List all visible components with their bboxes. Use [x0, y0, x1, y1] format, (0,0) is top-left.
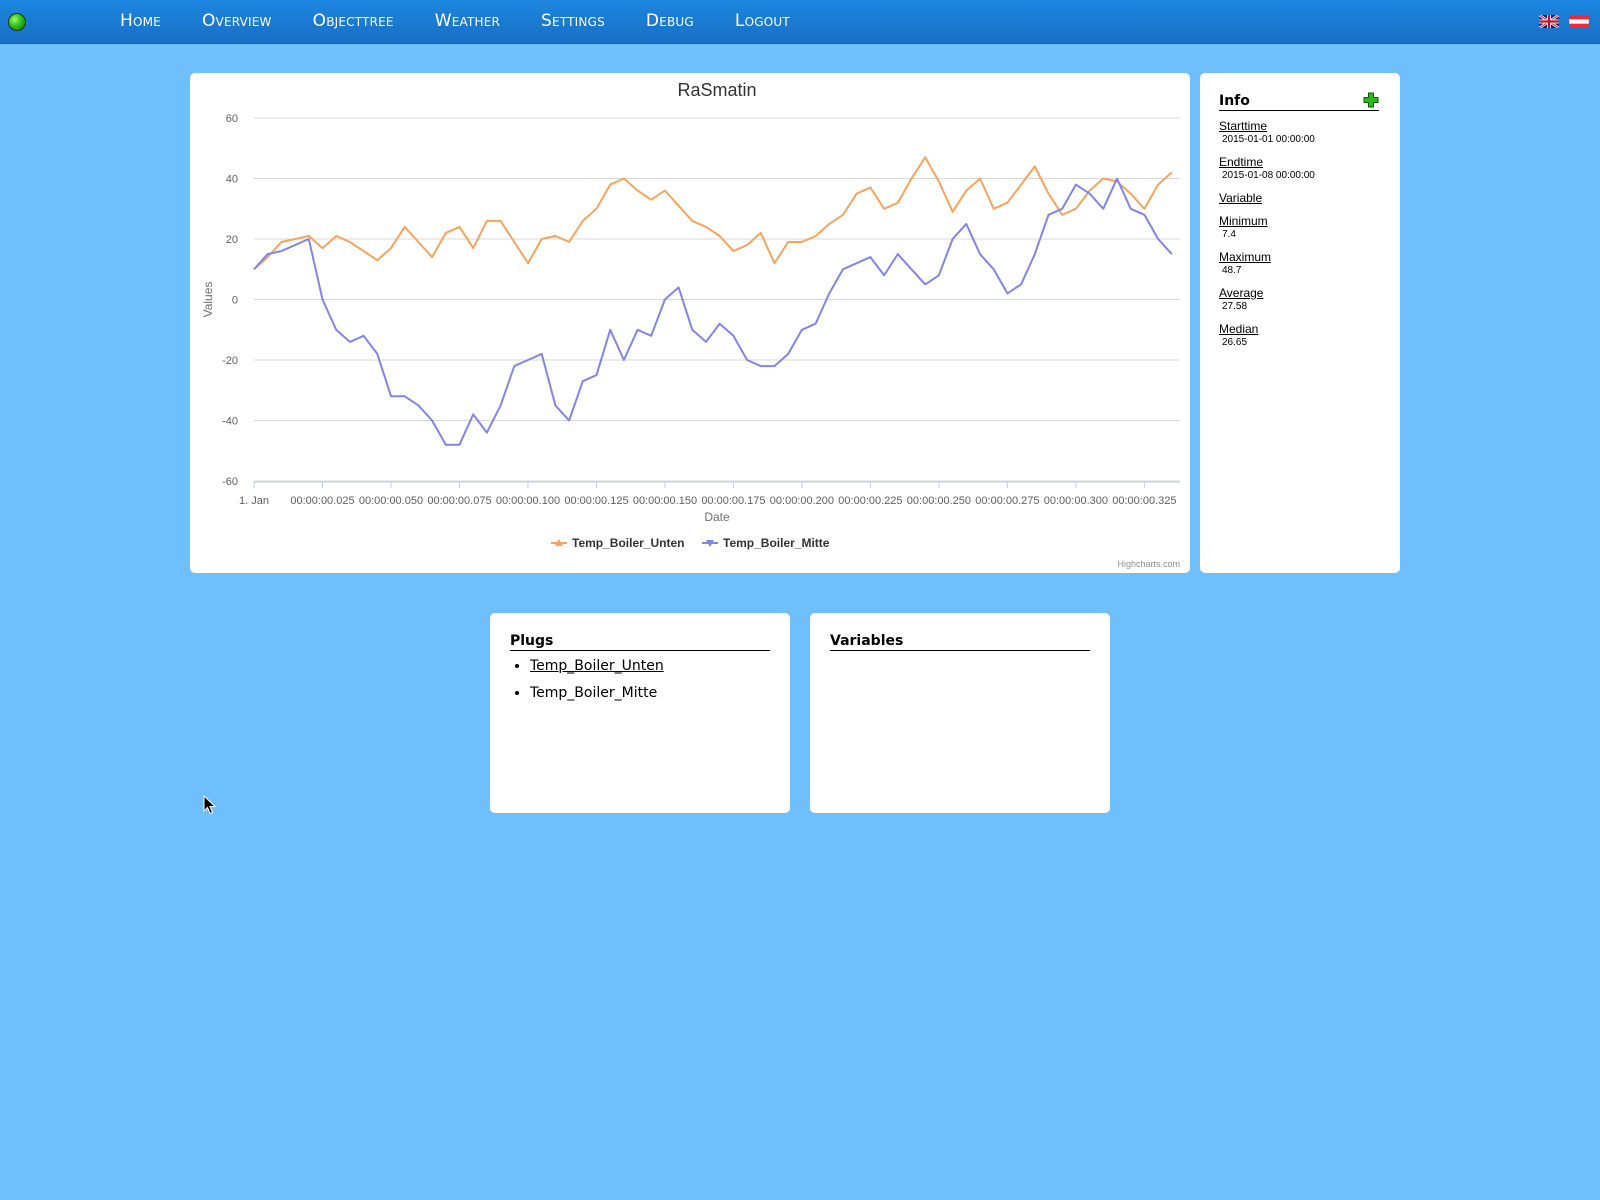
x-tick-label: 00:00:00.225	[838, 495, 902, 507]
nav-settings[interactable]: Settings	[541, 0, 605, 43]
variables-panel: Variables	[810, 613, 1110, 813]
info-entry-median: Median 26.65	[1219, 322, 1389, 349]
info-entry-endtime: Endtime 2015-01-08 00:00:00	[1219, 155, 1389, 182]
info-heading: Info	[1219, 93, 1379, 111]
info-entry-variable: Variable	[1219, 191, 1389, 205]
info-label-maximum[interactable]: Maximum	[1219, 250, 1389, 264]
nav-menu: Home Overview Objecttree Weather Setting…	[120, 0, 831, 43]
info-label-minimum[interactable]: Minimum	[1219, 214, 1389, 228]
y-tick-label: -20	[222, 355, 238, 367]
y-tick-label: 60	[226, 113, 238, 125]
nav-home[interactable]: Home	[120, 0, 161, 43]
series-line-1	[253, 177, 1173, 446]
flag-at-icon[interactable]	[1569, 15, 1589, 28]
y-axis-title: Values	[201, 282, 215, 318]
info-label-average[interactable]: Average	[1219, 286, 1389, 300]
legend-label: Temp_Boiler_Unten	[572, 536, 684, 550]
x-tick-label: 00:00:00.025	[290, 495, 354, 507]
chart-panel: RaSmatin -60 -40 -20 0 20 40 60 1. Jan 00:00:00.0…	[190, 73, 1190, 573]
legend-label: Temp_Boiler_Mitte	[723, 536, 830, 550]
info-value-endtime: 2015-01-08 00:00:00	[1222, 170, 1315, 181]
info-label-endtime[interactable]: Endtime	[1219, 155, 1389, 169]
info-panel: Info Starttime 2015-01-01 00:00:00 Endti…	[1200, 73, 1400, 573]
x-tick-label: 00:00:00.250	[907, 495, 971, 507]
chart-title: RaSmatin	[677, 80, 756, 100]
x-tick-label: 00:00:00.075	[427, 495, 491, 507]
chart-credits: Highcharts.com	[1117, 559, 1180, 569]
x-tick-label: 00:00:00.100	[496, 495, 560, 507]
x-tick-label: 00:00:00.050	[359, 495, 423, 507]
x-tick-label: 00:00:00.300	[1044, 495, 1108, 507]
x-tick-label: 00:00:00.275	[975, 495, 1039, 507]
mouse-cursor-icon	[203, 795, 217, 815]
x-tick-label: 00:00:00.175	[701, 495, 765, 507]
info-value-maximum: 48.7	[1222, 265, 1242, 276]
y-tick-label: -60	[222, 476, 238, 488]
info-value-minimum: 7.4	[1222, 229, 1236, 240]
nav-weather[interactable]: Weather	[435, 0, 500, 43]
list-item: Temp_Boiler_Unten	[530, 657, 664, 675]
y-tick-label: 0	[232, 295, 238, 307]
variables-heading: Variables	[830, 633, 1090, 651]
y-tick-label: -40	[222, 416, 238, 428]
info-list: Starttime 2015-01-01 00:00:00 Endtime 20…	[1219, 119, 1389, 358]
y-tick-label: 40	[226, 174, 238, 186]
list-item: Temp_Boiler_Mitte	[530, 684, 664, 702]
info-entry-minimum: Minimum 7.4	[1219, 214, 1389, 241]
nav-objecttree[interactable]: Objecttree	[313, 0, 394, 43]
plugs-heading: Plugs	[510, 633, 770, 651]
info-value-starttime: 2015-01-01 00:00:00	[1222, 134, 1315, 145]
x-tick-label: 00:00:00.125	[564, 495, 628, 507]
x-tick-label: 00:00:00.150	[633, 495, 697, 507]
x-axis-title: Date	[704, 510, 730, 524]
series-line-0	[253, 156, 1173, 271]
info-value-average: 27.58	[1222, 301, 1248, 312]
flag-uk-icon[interactable]	[1539, 15, 1559, 28]
y-tick-label: 20	[226, 234, 238, 246]
info-value-median: 26.65	[1222, 337, 1248, 348]
nav-logout[interactable]: Logout	[735, 0, 790, 43]
plugs-panel: Plugs Temp_Boiler_Unten Temp_Boiler_Mitt…	[490, 613, 790, 813]
info-label-median[interactable]: Median	[1219, 322, 1389, 336]
plug-link-temp-boiler-mitte[interactable]: Temp_Boiler_Mitte	[530, 685, 657, 701]
status-indicator-icon	[8, 13, 26, 31]
nav-debug[interactable]: Debug	[646, 0, 694, 43]
add-plus-icon[interactable]	[1363, 92, 1379, 108]
x-tick-label: 1. Jan	[239, 495, 269, 507]
plug-list: Temp_Boiler_Unten Temp_Boiler_Mitte	[510, 657, 664, 711]
x-tick-label: 00:00:00.325	[1112, 495, 1176, 507]
info-label-variable[interactable]: Variable	[1219, 191, 1389, 205]
x-tick-label: 00:00:00.200	[770, 495, 834, 507]
top-nav: Home Overview Objecttree Weather Setting…	[0, 0, 1600, 44]
info-entry-average: Average 27.58	[1219, 286, 1389, 313]
info-label-starttime[interactable]: Starttime	[1219, 119, 1389, 133]
plug-link-temp-boiler-unten[interactable]: Temp_Boiler_Unten	[530, 658, 664, 674]
nav-overview[interactable]: Overview	[202, 0, 272, 43]
line-chart: RaSmatin -60 -40 -20 0 20 40 60 1. Jan 00:00:00.0…	[201, 80, 1180, 569]
info-entry-maximum: Maximum 48.7	[1219, 250, 1389, 277]
info-entry-starttime: Starttime 2015-01-01 00:00:00	[1219, 119, 1389, 146]
